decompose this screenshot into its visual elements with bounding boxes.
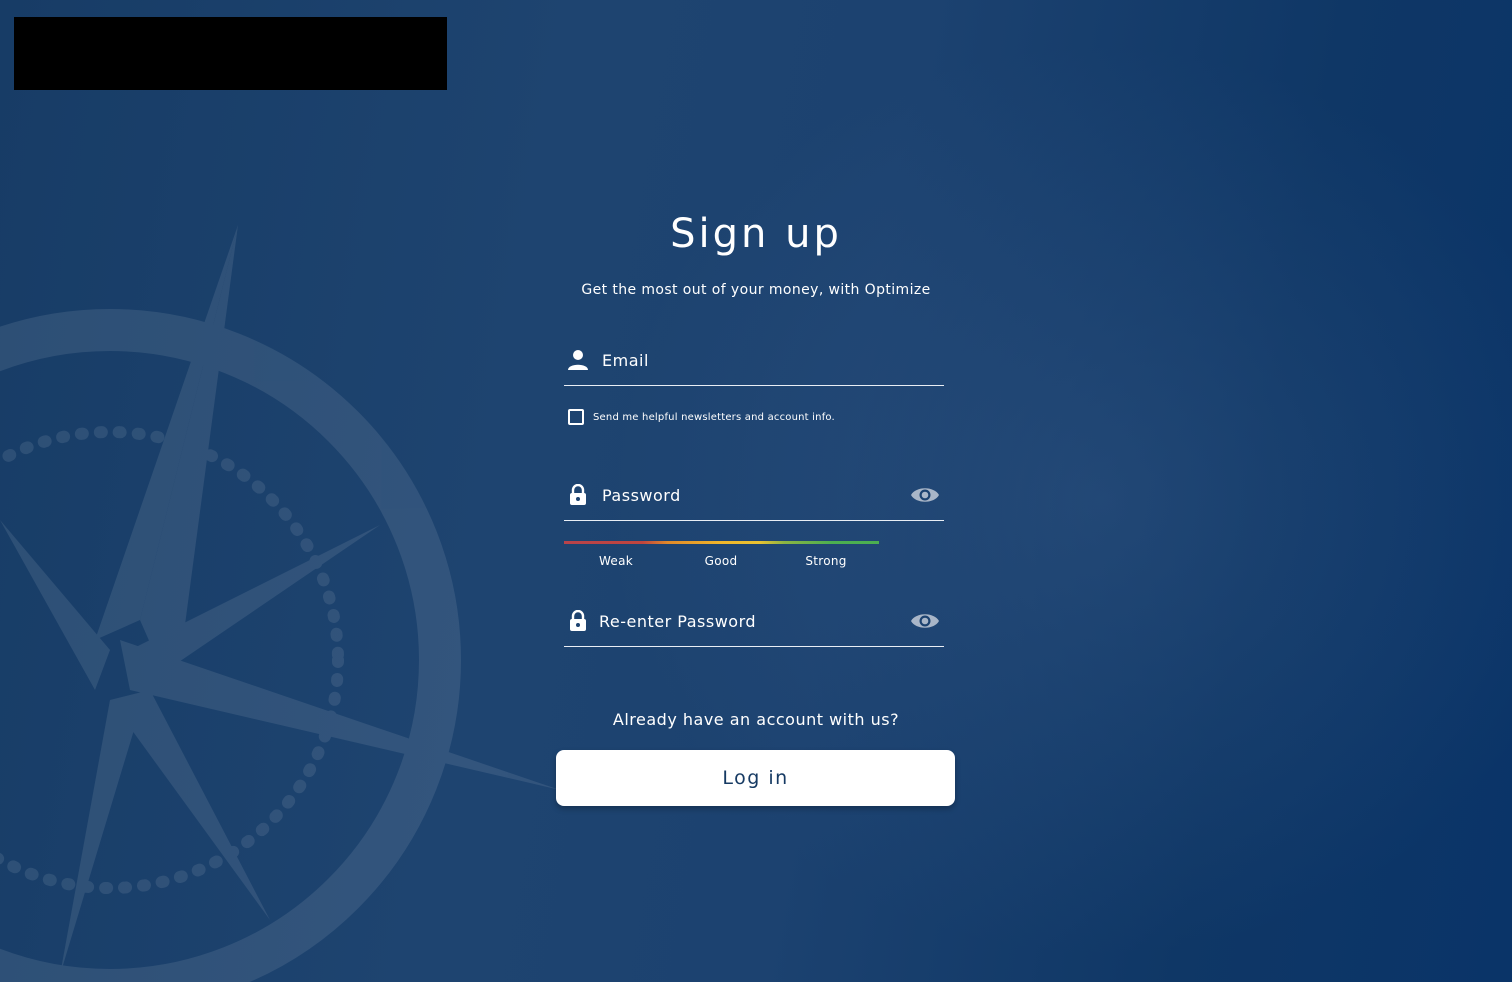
strength-label-good: Good: [704, 554, 738, 568]
redacted-logo: [14, 17, 447, 90]
login-button[interactable]: Log in: [556, 750, 955, 806]
password-strength-bar: [564, 541, 879, 544]
already-account-text: Already have an account with us?: [612, 710, 900, 729]
strength-label-weak: Weak: [598, 554, 634, 568]
strength-label-strong: Strong: [805, 554, 847, 568]
newsletter-checkbox[interactable]: [568, 409, 584, 425]
confirm-password-field[interactable]: [564, 602, 944, 647]
email-input[interactable]: [602, 347, 902, 373]
password-input[interactable]: [602, 482, 902, 508]
lock-icon: [568, 483, 588, 506]
confirm-password-input[interactable]: [599, 608, 899, 634]
eye-icon[interactable]: [910, 611, 940, 631]
password-field[interactable]: [564, 476, 944, 521]
person-icon: [568, 349, 588, 371]
lock-icon: [568, 609, 588, 632]
email-field[interactable]: [564, 341, 944, 386]
page-subtitle: Get the most out of your money, with Opt…: [581, 282, 931, 298]
newsletter-label: Send me helpful newsletters and account …: [593, 411, 835, 423]
newsletter-option[interactable]: Send me helpful newsletters and account …: [568, 409, 835, 425]
eye-icon[interactable]: [910, 485, 940, 505]
page-title: Sign up: [670, 211, 842, 257]
